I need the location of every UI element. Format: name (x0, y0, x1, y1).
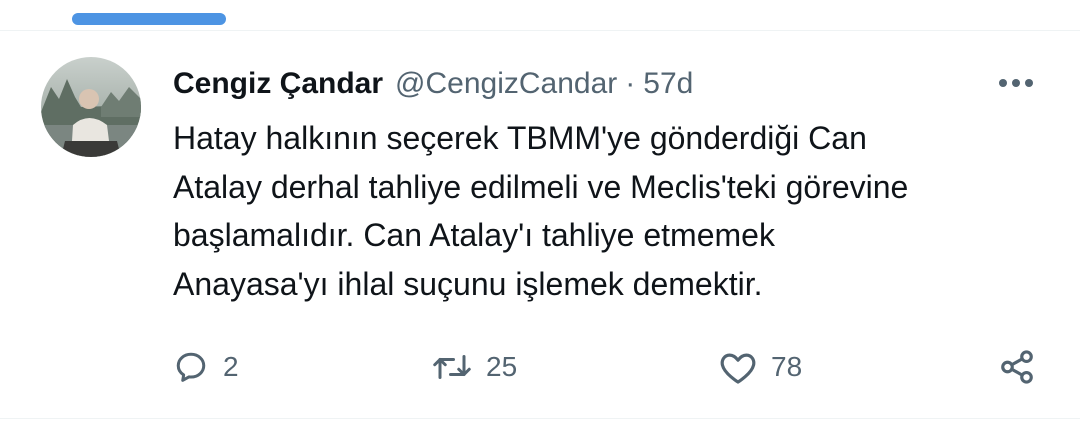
retweet-icon (433, 355, 471, 379)
divider (0, 30, 1080, 31)
retweet-button[interactable]: 25 (432, 342, 517, 392)
timestamp[interactable]: 57d (643, 67, 693, 101)
more-options-button[interactable] (996, 70, 1036, 96)
separator: · (625, 67, 636, 100)
tab-indicator (72, 13, 226, 25)
tweet-text-line: başlamalıdır. Can Atalay'ı tahliye etmem… (173, 217, 775, 253)
tweet-page: Cengiz Çandar @CengizCandar · 57d Hatay … (0, 0, 1080, 422)
divider (0, 418, 1080, 419)
like-count: 78 (771, 351, 803, 382)
reply-count: 2 (223, 351, 239, 382)
tweet-text-line: Hatay halkının seçerek TBMM'ye gönderdiğ… (173, 120, 867, 156)
more-options-icon (999, 79, 1033, 87)
share-icon (1001, 350, 1033, 384)
tweet-text: Hatay halkının seçerek TBMM'ye gönderdiğ… (173, 114, 1033, 308)
tweet-header: Cengiz Çandar @CengizCandar · 57d (173, 62, 693, 106)
action-bar: 2 25 78 (0, 342, 1080, 392)
share-button[interactable] (998, 342, 1036, 392)
tweet-text-line: Atalay derhal tahliye edilmeli ve Meclis… (173, 168, 909, 205)
like-button[interactable]: 78 (719, 342, 802, 392)
retweet-count: 25 (486, 351, 518, 382)
reply-icon (176, 352, 206, 382)
heart-icon (720, 353, 756, 384)
author-handle[interactable]: @CengizCandar (395, 67, 617, 101)
avatar[interactable] (41, 57, 141, 157)
tweet-text-line: Anayasa'yı ihlal suçunu işlemek demektir… (173, 265, 763, 302)
author-name[interactable]: Cengiz Çandar (173, 67, 383, 101)
reply-button[interactable]: 2 (173, 342, 239, 392)
